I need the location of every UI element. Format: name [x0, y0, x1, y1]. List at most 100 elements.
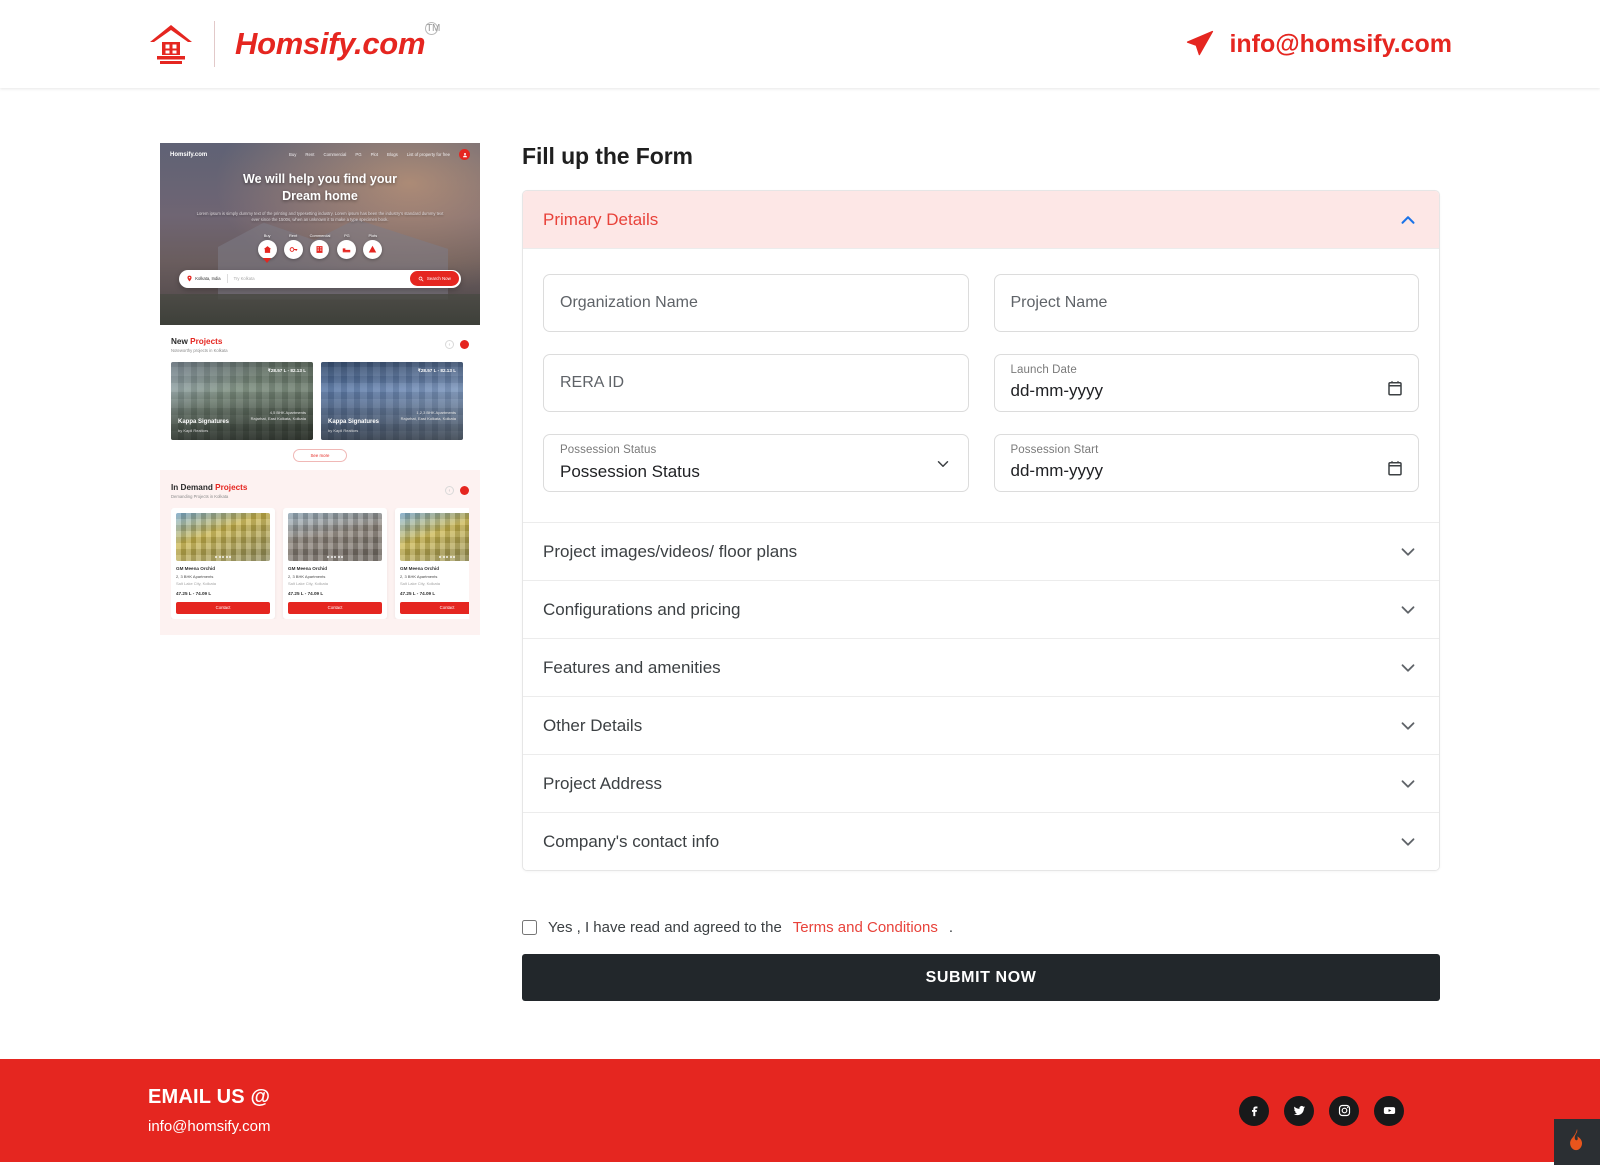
demand-card-contact-button[interactable]: Contact: [400, 601, 469, 614]
calendar-icon[interactable]: [1386, 379, 1404, 397]
image-dots: [327, 556, 343, 558]
brand[interactable]: Homsify.com TM: [148, 21, 440, 67]
carousel-prev-icon[interactable]: ‹: [445, 340, 454, 349]
hero-category-label: PG: [344, 232, 350, 238]
carousel-next-icon[interactable]: [460, 486, 469, 495]
hero-location-chip[interactable]: Kolkata, India: [186, 275, 221, 282]
chevron-down-icon[interactable]: [1397, 831, 1419, 853]
new-projects-title: New Projects: [171, 337, 228, 346]
hero-category-commercial[interactable]: Commercial: [309, 232, 331, 259]
project-name-input[interactable]: [1010, 294, 1402, 312]
hero-category-plots[interactable]: Plots: [363, 233, 383, 259]
rera-id-field[interactable]: [543, 354, 969, 412]
instagram-icon[interactable]: [1329, 1095, 1359, 1126]
page-body: Homsify.com Buy Rent Commercial PG Plot …: [0, 88, 1600, 1001]
accordion-label: Other Details: [543, 715, 643, 735]
flame-widget-button[interactable]: [1554, 1119, 1600, 1165]
accordion-panel-primary-details: Launch Date Possession Status Possession…: [523, 248, 1439, 522]
preview-nav-item[interactable]: Blogs: [387, 152, 398, 157]
chevron-up-icon[interactable]: [1397, 209, 1419, 231]
paper-plane-icon: [1185, 29, 1215, 59]
see-more-row: See more: [171, 449, 469, 462]
accordion-header-other-details[interactable]: Other Details: [523, 697, 1439, 754]
hero-search-bar[interactable]: Kolkata, India Try Kolkata Search Now: [179, 269, 461, 288]
buy-home-icon: [257, 239, 277, 259]
terms-and-conditions-link[interactable]: Terms and Conditions: [793, 919, 938, 936]
preview-nav-item[interactable]: PG: [355, 152, 361, 157]
launch-date-field[interactable]: Launch Date: [993, 354, 1419, 412]
youtube-icon[interactable]: [1374, 1095, 1404, 1126]
preview-nav-item[interactable]: Buy: [289, 152, 296, 157]
carousel-controls: ‹: [445, 340, 469, 349]
commercial-building-icon: [309, 239, 329, 259]
preview-nav-item[interactable]: Plot: [371, 152, 378, 157]
project-location: Rajarhat, East Kolkata, Kolkata: [400, 415, 456, 421]
demand-card[interactable]: GM Meena Orchid 2, 3 BHK Apartments Salt…: [171, 508, 275, 619]
chevron-down-icon[interactable]: [1397, 541, 1419, 563]
facebook-icon[interactable]: [1239, 1095, 1269, 1126]
title-accent: Projects: [215, 483, 248, 492]
user-account-icon[interactable]: [459, 149, 470, 160]
see-more-button[interactable]: See more: [293, 449, 347, 462]
brand-name: Homsify.com TM: [235, 22, 440, 62]
carousel-prev-icon[interactable]: ‹: [445, 486, 454, 495]
organization-name-field[interactable]: [543, 274, 969, 332]
rera-id-input[interactable]: [560, 374, 952, 392]
project-location: Rajarhat, East Kolkata, Kolkata: [250, 415, 306, 421]
accordion-header-primary-details[interactable]: Primary Details: [523, 191, 1439, 248]
rent-key-icon: [283, 239, 303, 259]
demand-card-contact-button[interactable]: Contact: [288, 601, 382, 614]
project-name-field[interactable]: [993, 274, 1419, 332]
possession-start-input[interactable]: [1010, 461, 1402, 481]
site-header: Homsify.com TM info@homsify.com: [0, 0, 1600, 88]
project-card[interactable]: ₹28.57 L - 82.13 L Kappa Signatures by K…: [321, 362, 463, 440]
chevron-down-icon[interactable]: [1397, 657, 1419, 679]
hero-category-rent[interactable]: Rent: [283, 233, 303, 259]
chevron-down-icon[interactable]: [1397, 599, 1419, 621]
preview-nav-item[interactable]: List of property for free: [407, 152, 450, 157]
preview-nav-item[interactable]: Rent: [305, 152, 314, 157]
hero-paragraph: Lorem ipsum is simply dummy text of the …: [196, 210, 444, 223]
in-demand-title: In Demand Projects: [171, 483, 247, 492]
header-email[interactable]: info@homsify.com: [1185, 29, 1452, 59]
demand-card-name: GM Meena Orchid: [176, 566, 216, 571]
hero-search-button[interactable]: Search Now: [409, 271, 459, 287]
project-name: Kappa Signatures: [328, 419, 380, 425]
hero-category-pg[interactable]: PG: [337, 232, 357, 259]
demand-card-name: GM Meena Orchid: [288, 566, 328, 571]
location-pin-icon: [187, 275, 192, 282]
organization-name-input[interactable]: [560, 294, 952, 312]
demand-card[interactable]: GM Meena Orchid 2, 3 BHK Apartments Salt…: [283, 508, 387, 619]
chevron-down-icon[interactable]: [934, 455, 952, 473]
title-plain: In Demand: [171, 483, 216, 492]
title-plain: New: [171, 337, 191, 346]
possession-start-field[interactable]: Possession Start: [993, 434, 1419, 492]
launch-date-input[interactable]: [1010, 381, 1402, 401]
chevron-down-icon[interactable]: [1397, 773, 1419, 795]
project-card[interactable]: ₹28.57 L - 82.13 L Kappa Signatures by K…: [171, 362, 313, 440]
preview-nav-item[interactable]: Commercial: [323, 152, 346, 157]
footer-email-value[interactable]: info@homsify.com: [148, 1118, 270, 1135]
flame-icon: [1566, 1128, 1588, 1157]
footer-email-block: EMAIL US @ info@homsify.com: [148, 1086, 270, 1135]
accordion-header-project-media[interactable]: Project images/videos/ floor plans: [523, 523, 1439, 580]
calendar-icon[interactable]: [1386, 459, 1404, 477]
terms-checkbox[interactable]: [522, 920, 537, 935]
hero-category-label: Commercial: [309, 232, 331, 238]
hero-category-buy[interactable]: Buy: [257, 233, 277, 259]
twitter-icon[interactable]: [1284, 1095, 1314, 1126]
search-icon: [418, 276, 424, 282]
possession-status-field[interactable]: Possession Status Possession Status: [543, 434, 969, 492]
accordion-header-company-contact[interactable]: Company's contact info: [523, 813, 1439, 870]
demand-card[interactable]: GM Meena Orchid 2, 3 BHK Apartments Salt…: [395, 508, 469, 619]
demand-card-contact-button[interactable]: Contact: [176, 601, 270, 614]
accordion-header-features-amenities[interactable]: Features and amenities: [523, 639, 1439, 696]
possession-status-select[interactable]: Possession Status: [560, 462, 952, 481]
submit-button[interactable]: SUBMIT NOW: [522, 954, 1440, 1001]
accordion-header-project-address[interactable]: Project Address: [523, 755, 1439, 812]
carousel-next-icon[interactable]: [460, 340, 469, 349]
chevron-down-icon[interactable]: [1397, 715, 1419, 737]
accordion-header-configurations-pricing[interactable]: Configurations and pricing: [523, 581, 1439, 638]
hero-category-row: Buy Rent Commercial PG Plots: [160, 233, 480, 259]
title-accent: Projects: [190, 337, 223, 346]
